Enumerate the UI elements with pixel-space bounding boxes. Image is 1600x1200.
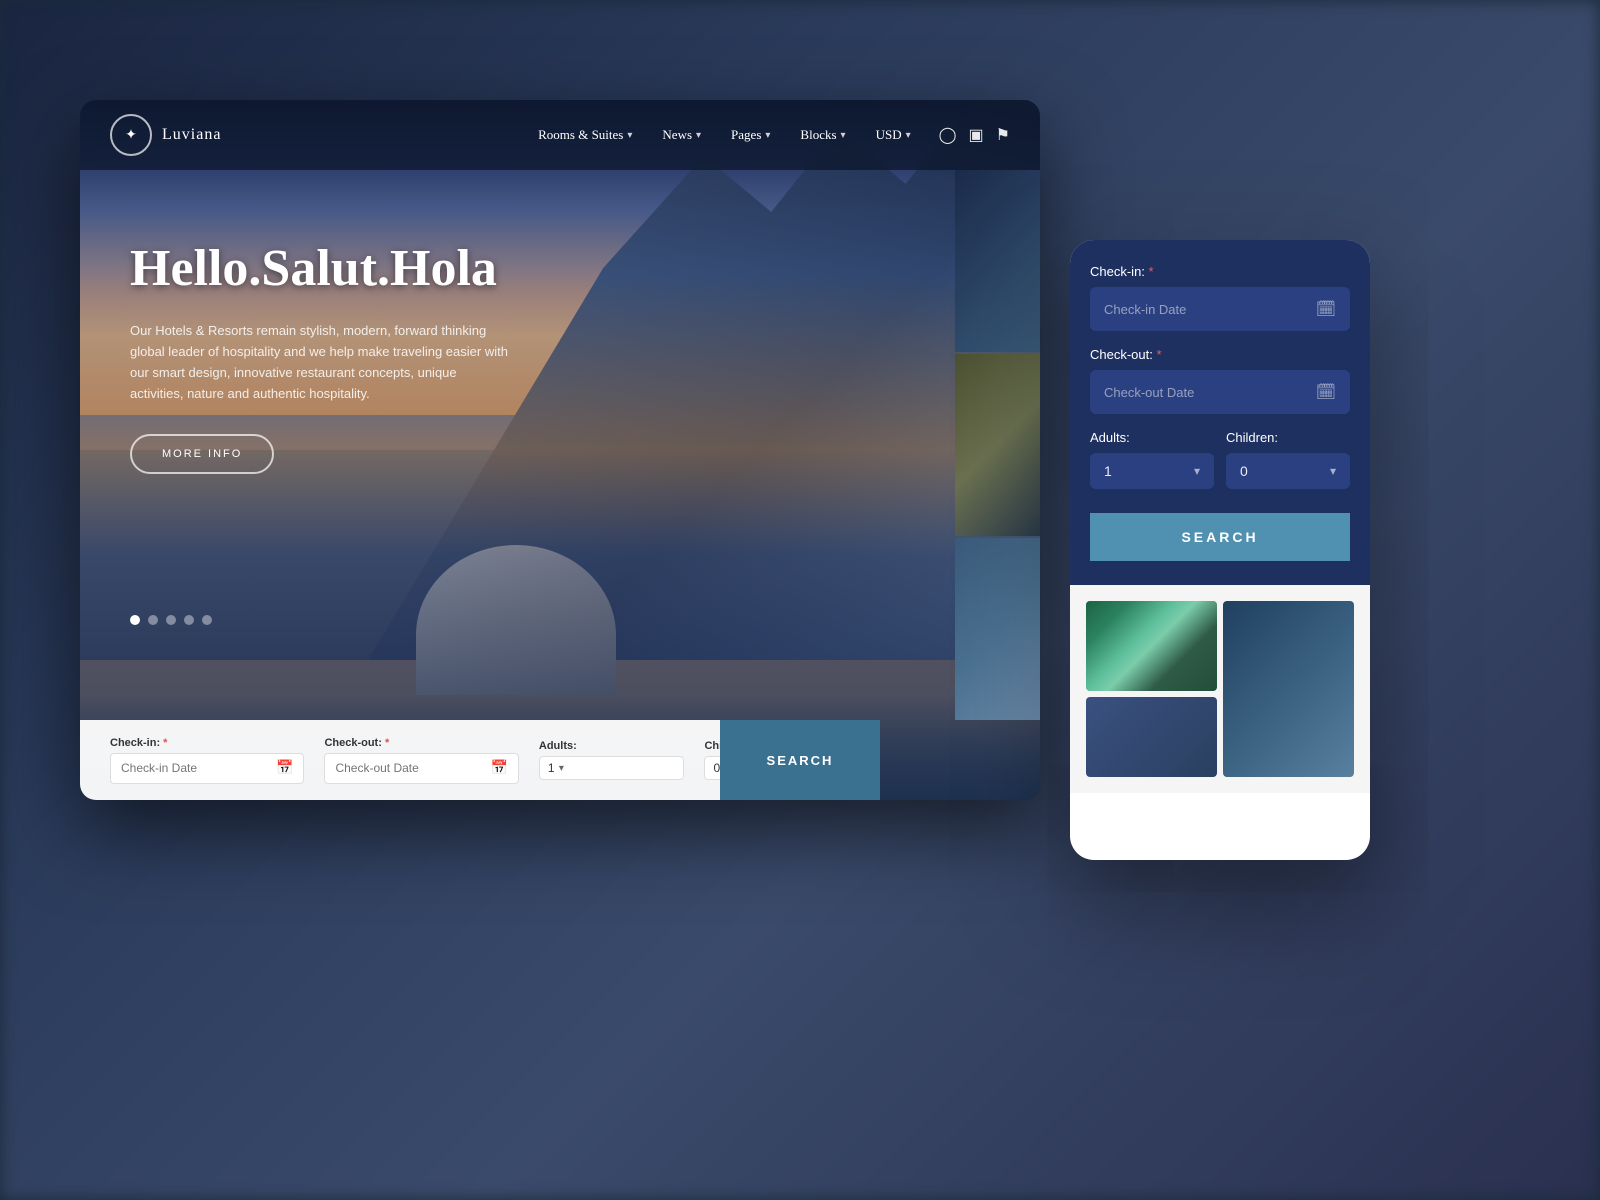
nav-blocks[interactable]: Blocks ▾ [788,121,857,149]
side-thumb-3[interactable] [955,538,1040,720]
mobile-adults-label: Adults: [1090,430,1214,445]
more-info-button[interactable]: MORE INFO [130,434,274,474]
hero-section: ✦ Luviana Rooms & Suites ▾ News ▾ Pages … [80,100,1040,800]
nav-rooms-suites[interactable]: Rooms & Suites ▾ [526,121,644,149]
mobile-gallery [1070,585,1370,793]
mobile-adults-value: 1 [1104,463,1112,479]
nav-rooms-label: Rooms & Suites [538,127,623,143]
mobile-search-button[interactable]: SEARCH [1090,513,1350,561]
adults-field: Adults: 1234 ▾ [539,740,685,780]
nav-pages[interactable]: Pages ▾ [719,121,782,149]
chevron-down-icon: ▾ [841,130,846,141]
mobile-checkin-label: Check-in: * [1090,264,1350,279]
mobile-checkin-req: * [1145,264,1154,279]
navbar: ✦ Luviana Rooms & Suites ▾ News ▾ Pages … [80,100,1040,170]
mobile-checkout-group: Check-out: * Check-out Date 🗓 [1090,347,1350,414]
hero-title: Hello.Salut.Hola [130,240,510,297]
chevron-down-icon: ▾ [765,130,770,141]
mobile-checkout-label: Check-out: * [1090,347,1350,362]
carousel-dots [130,615,212,625]
hero-description: Our Hotels & Resorts remain stylish, mod… [130,321,510,404]
mobile-checkout-req: * [1153,347,1162,362]
nav-currency[interactable]: USD ▾ [864,121,923,149]
carousel-dot-2[interactable] [148,615,158,625]
side-thumb-1[interactable] [955,170,1040,352]
carousel-dot-4[interactable] [184,615,194,625]
scene: ✦ Luviana Rooms & Suites ▾ News ▾ Pages … [0,0,1600,1200]
logo-area[interactable]: ✦ Luviana [110,114,221,156]
carousel-dot-1[interactable] [130,615,140,625]
nav-blocks-label: Blocks [800,127,836,143]
desktop-mockup: ✦ Luviana Rooms & Suites ▾ News ▾ Pages … [80,100,1040,800]
mobile-mockup: Check-in: * Check-in Date 🗓 Check-out: *… [1070,240,1370,860]
search-button[interactable]: SEARCH [720,720,880,800]
checkout-field: Check-out: * 📅 [324,737,518,784]
gallery-thumb-2[interactable] [1223,601,1354,777]
mobile-children-select-wrap[interactable]: 0 ▾ [1226,453,1350,489]
gallery-thumb-3[interactable] [1086,697,1217,777]
mobile-adults-chevron: ▾ [1194,464,1200,479]
booking-bar: Check-in: * 📅 Check-out: * 📅 [80,720,880,800]
calendar-icon-2: 📅 [490,760,507,777]
gallery-thumb-1[interactable] [1086,601,1217,691]
nav-news[interactable]: News ▾ [650,121,713,149]
bookmark-icon[interactable]: ⚑ [996,125,1010,145]
logo-text: Luviana [162,126,221,144]
mobile-checkin-placeholder: Check-in Date [1104,302,1186,317]
checkout-input-wrap: 📅 [324,753,518,784]
mobile-children-label: Children: [1226,430,1350,445]
mobile-children-value: 0 [1240,463,1248,479]
nav-currency-label: USD [876,127,902,143]
mobile-gallery-grid [1086,601,1354,777]
adults-label: Adults: [539,740,685,752]
checkout-input[interactable] [335,761,490,775]
nav-news-label: News [662,127,692,143]
nav-links: Rooms & Suites ▾ News ▾ Pages ▾ Blocks ▾ [526,121,923,149]
checkin-required: * [160,737,167,749]
mobile-adults-group: Adults: 1 ▾ [1090,430,1214,489]
checkout-required: * [382,737,389,749]
adults-chevron: ▾ [559,763,564,774]
chevron-down-icon: ▾ [696,130,701,141]
calendar-icon: 📅 [276,760,293,777]
hero-content: Hello.Salut.Hola Our Hotels & Resorts re… [130,240,510,474]
checkin-input-wrap: 📅 [110,753,304,784]
checkin-label: Check-in: * [110,737,304,749]
mobile-checkin-group: Check-in: * Check-in Date 🗓 [1090,264,1350,331]
mobile-calendar-icon-2: 🗓 [1316,382,1336,402]
mobile-calendar-icon: 🗓 [1316,299,1336,319]
checkin-input[interactable] [121,761,276,775]
mobile-checkin-input-wrap[interactable]: Check-in Date 🗓 [1090,287,1350,331]
nav-social-icons: ◯ ▣ ⚑ [939,125,1010,145]
mobile-checkout-input-wrap[interactable]: Check-out Date 🗓 [1090,370,1350,414]
chevron-down-icon: ▾ [627,130,632,141]
chevron-down-icon: ▾ [906,130,911,141]
checkin-field: Check-in: * 📅 [110,737,304,784]
camera-icon[interactable]: ▣ [969,125,984,145]
instagram-icon[interactable]: ◯ [939,125,957,145]
mobile-adults-select-wrap[interactable]: 1 ▾ [1090,453,1214,489]
mobile-children-chevron: ▾ [1330,464,1336,479]
side-thumb-2[interactable] [955,354,1040,536]
mobile-children-group: Children: 0 ▾ [1226,430,1350,489]
mobile-checkout-placeholder: Check-out Date [1104,385,1194,400]
logo-icon: ✦ [110,114,152,156]
mobile-guests-row: Adults: 1 ▾ Children: 0 ▾ [1090,430,1350,505]
side-thumbnails [955,170,1040,720]
carousel-dot-5[interactable] [202,615,212,625]
nav-pages-label: Pages [731,127,761,143]
adults-select-wrap: 1234 ▾ [539,756,685,780]
checkout-label: Check-out: * [324,737,518,749]
mobile-booking-form: Check-in: * Check-in Date 🗓 Check-out: *… [1070,240,1370,585]
carousel-dot-3[interactable] [166,615,176,625]
